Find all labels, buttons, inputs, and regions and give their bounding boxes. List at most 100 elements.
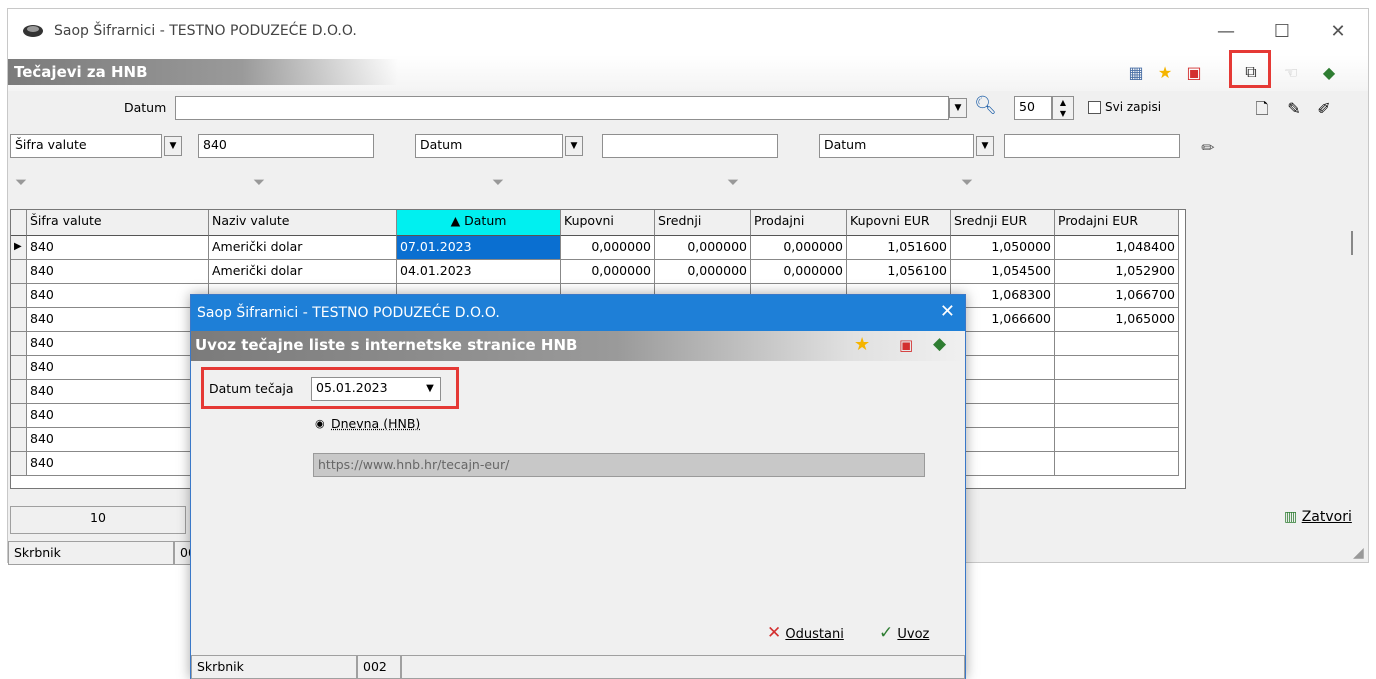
column-header[interactable]: Kupovni xyxy=(561,210,655,236)
grid-cell[interactable]: 0,000000 xyxy=(655,236,751,260)
datum-dropdown-icon[interactable]: ▼ xyxy=(949,98,967,118)
svi-zapisi-checkbox[interactable] xyxy=(1088,101,1101,114)
grid-cell[interactable]: 1,050000 xyxy=(951,236,1055,260)
row-indicator[interactable] xyxy=(11,380,27,404)
grid-cell[interactable]: 840 xyxy=(27,236,209,260)
favorite-star-icon[interactable]: ★ xyxy=(854,334,870,355)
grid-cell[interactable]: 840 xyxy=(27,404,209,428)
grid-cell[interactable]: 840 xyxy=(27,260,209,284)
maximize-button[interactable]: ☐ xyxy=(1262,19,1302,45)
grid-cell[interactable]: 840 xyxy=(27,332,209,356)
grid-cell[interactable] xyxy=(951,356,1055,380)
grid-cell[interactable]: 1,065000 xyxy=(1055,308,1179,332)
grid-cell[interactable]: 840 xyxy=(27,308,209,332)
row-indicator[interactable] xyxy=(11,308,27,332)
grid-cell[interactable]: 0,000000 xyxy=(751,236,847,260)
grid-cell[interactable]: 0,000000 xyxy=(561,260,655,284)
column-header[interactable]: Šifra valute xyxy=(27,210,209,236)
grid-cell[interactable]: 840 xyxy=(27,452,209,476)
grid-cell[interactable]: Američki dolar xyxy=(209,260,397,284)
radio-dnevna-label[interactable]: Dnevna (HNB) xyxy=(331,416,420,431)
grid-cell[interactable] xyxy=(1055,452,1179,476)
filter3-field-select[interactable]: Datum xyxy=(819,134,974,158)
column-header[interactable]: Naziv valute xyxy=(209,210,397,236)
filter2-dropdown-icon[interactable]: ▼ xyxy=(565,136,583,156)
import-rates-icon[interactable]: ⧉ xyxy=(1240,61,1262,83)
grid-cell[interactable]: 0,000000 xyxy=(655,260,751,284)
filter2-value-input[interactable] xyxy=(602,134,778,158)
column-filter-icon[interactable]: ⏷ xyxy=(15,173,27,191)
clear-filter-icon[interactable]: ✏ xyxy=(1197,137,1219,159)
grid-cell[interactable]: 1,066700 xyxy=(1055,284,1179,308)
limit-spinner[interactable]: ▲ ▼ xyxy=(1052,96,1074,120)
grid-cell[interactable] xyxy=(1055,404,1179,428)
grid-cell[interactable] xyxy=(951,380,1055,404)
grid-cell[interactable]: 1,052900 xyxy=(1055,260,1179,284)
limit-input[interactable]: 50 xyxy=(1014,96,1052,120)
edit-record-icon[interactable]: ✎ xyxy=(1283,98,1305,120)
grid-cell[interactable]: 840 xyxy=(27,284,209,308)
grid-cell[interactable]: 1,066600 xyxy=(951,308,1055,332)
column-filter-icon[interactable]: ⏷ xyxy=(727,173,739,191)
row-indicator[interactable] xyxy=(11,356,27,380)
search-icon[interactable]: 🔍︎ xyxy=(974,95,997,116)
odustani-button[interactable]: ✕ Odustani xyxy=(767,623,844,643)
filter1-value-input[interactable]: 840 xyxy=(198,134,374,158)
grid-cell[interactable] xyxy=(951,452,1055,476)
grid-cell[interactable]: 07.01.2023 xyxy=(397,236,561,260)
grid-cell[interactable] xyxy=(1055,332,1179,356)
exit-book-icon[interactable]: ◆ xyxy=(933,334,946,354)
grid-cell[interactable] xyxy=(951,332,1055,356)
column-header[interactable]: ▲ Datum xyxy=(397,210,561,236)
grid-cell[interactable]: 840 xyxy=(27,380,209,404)
column-filter-icon[interactable]: ⏷ xyxy=(253,173,265,191)
grid-cell[interactable]: 1,048400 xyxy=(1055,236,1179,260)
grid-cell[interactable]: 1,054500 xyxy=(951,260,1055,284)
row-indicator[interactable] xyxy=(11,260,27,284)
grid-cell[interactable] xyxy=(1055,428,1179,452)
uvoz-button[interactable]: ✓ Uvoz xyxy=(879,623,929,643)
date-dropdown-icon[interactable]: ▼ xyxy=(421,379,439,399)
pdf-export-icon[interactable]: ▣ xyxy=(1183,62,1205,84)
row-indicator[interactable] xyxy=(11,452,27,476)
edit-multiple-icon[interactable]: ✐ xyxy=(1313,98,1335,120)
filter1-dropdown-icon[interactable]: ▼ xyxy=(164,136,182,156)
grid-cell[interactable] xyxy=(951,404,1055,428)
datum-input[interactable] xyxy=(175,96,949,120)
filter3-value-input[interactable] xyxy=(1004,134,1180,158)
column-header[interactable]: Srednji xyxy=(655,210,751,236)
filter3-dropdown-icon[interactable]: ▼ xyxy=(976,136,994,156)
dialog-close-button[interactable]: ✕ xyxy=(940,301,955,322)
row-indicator[interactable] xyxy=(11,284,27,308)
grid-cell[interactable]: 840 xyxy=(27,356,209,380)
new-record-icon[interactable]: 🗋 xyxy=(1251,98,1273,120)
row-indicator[interactable] xyxy=(11,428,27,452)
minimize-button[interactable]: — xyxy=(1206,19,1246,45)
layout-icon[interactable]: ▦ xyxy=(1125,62,1147,84)
scrollbar-thumb[interactable] xyxy=(1351,231,1353,255)
radio-selected-icon[interactable]: ◉ xyxy=(315,417,325,430)
pdf-export-icon[interactable]: ▣ xyxy=(899,336,913,354)
grid-cell[interactable]: 0,000000 xyxy=(561,236,655,260)
grid-cell[interactable]: 04.01.2023 xyxy=(397,260,561,284)
column-header[interactable]: Kupovni EUR xyxy=(847,210,951,236)
row-indicator[interactable] xyxy=(11,332,27,356)
zatvori-button[interactable]: ▥ Zatvori xyxy=(1284,509,1352,525)
filter2-field-select[interactable]: Datum xyxy=(415,134,563,158)
grid-cell[interactable]: 840 xyxy=(27,428,209,452)
grid-cell[interactable]: Američki dolar xyxy=(209,236,397,260)
column-filter-icon[interactable]: ⏷ xyxy=(492,173,504,191)
resize-grip-icon[interactable]: ◢ xyxy=(1353,545,1364,561)
column-header[interactable]: Prodajni xyxy=(751,210,847,236)
row-indicator[interactable]: ▶ xyxy=(11,236,27,260)
column-header[interactable]: Prodajni EUR xyxy=(1055,210,1179,236)
column-header[interactable]: Srednji EUR xyxy=(951,210,1055,236)
grid-cell[interactable]: 1,051600 xyxy=(847,236,951,260)
grid-cell[interactable] xyxy=(1055,356,1179,380)
grid-cell[interactable] xyxy=(951,428,1055,452)
grid-cell[interactable] xyxy=(1055,380,1179,404)
close-button[interactable]: ✕ xyxy=(1318,19,1358,45)
grid-cell[interactable]: 0,000000 xyxy=(751,260,847,284)
row-indicator[interactable] xyxy=(11,404,27,428)
exit-book-icon[interactable]: ◆ xyxy=(1318,62,1340,84)
